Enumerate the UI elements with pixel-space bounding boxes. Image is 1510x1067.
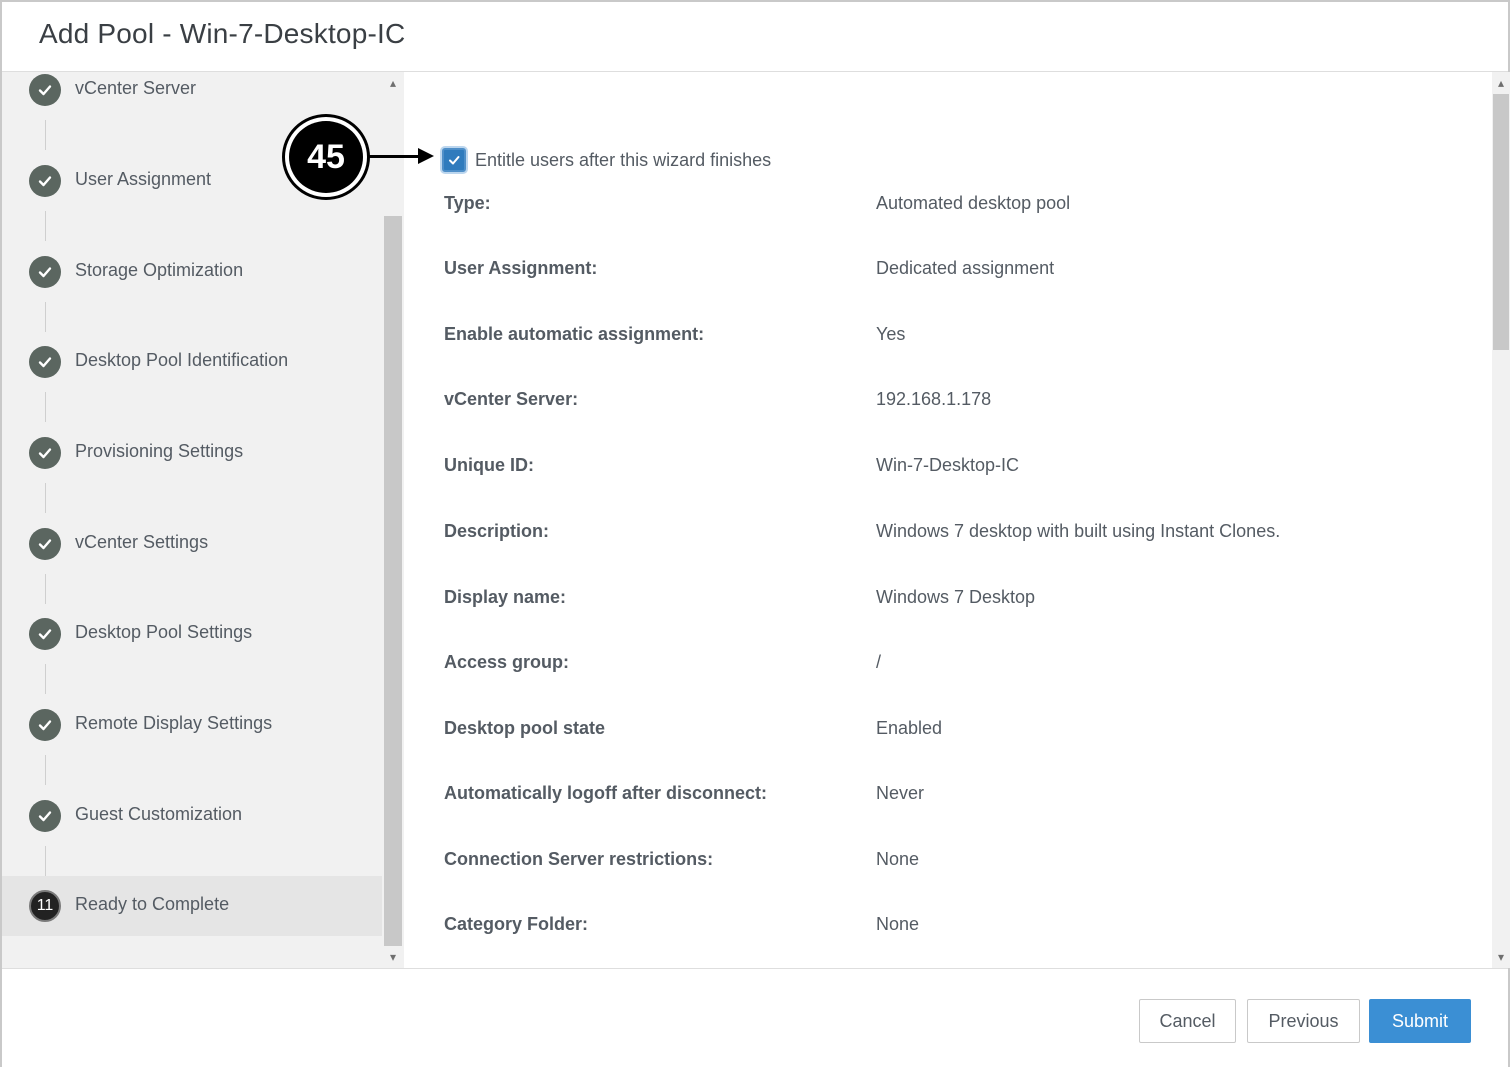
callout-arrow-line [368, 155, 420, 158]
summary-value: None [876, 914, 920, 934]
step-connector [45, 846, 46, 876]
wizard-step-remote-display-settings[interactable]: Remote Display Settings [2, 695, 382, 755]
wizard-step-label: vCenter Settings [75, 532, 209, 552]
summary-row: Access group: / [444, 652, 1444, 682]
step-connector [45, 392, 46, 422]
wizard-step-ready-to-complete[interactable]: 11 Ready to Complete [2, 876, 382, 936]
summary-label: Type: [444, 193, 491, 213]
step-connector [45, 302, 46, 332]
summary-row: vCenter Server: 192.168.1.178 [444, 389, 1444, 419]
callout-number: 45 [289, 121, 363, 193]
step-connector [45, 755, 46, 785]
summary-value: 192.168.1.178 [876, 389, 992, 409]
step-complete-check-icon [29, 165, 61, 197]
summary-label: Connection Server restrictions: [444, 849, 714, 869]
summary-row: Enable automatic assignment: Yes [444, 324, 1444, 354]
dialog-title: Add Pool - Win-7-Desktop-IC [39, 18, 406, 49]
wizard-step-label: Storage Optimization [75, 260, 244, 280]
summary-value: Never [876, 783, 925, 803]
callout-arrow-icon [418, 148, 434, 164]
wizard-step-label: Provisioning Settings [75, 441, 244, 461]
step-connector [45, 120, 46, 150]
summary-label: Unique ID: [444, 455, 534, 475]
summary-row: Display name: Windows 7 Desktop [444, 587, 1444, 617]
step-connector [45, 664, 46, 694]
dialog-header: Add Pool - Win-7-Desktop-IC [2, 2, 1508, 72]
wizard-step-label: User Assignment [75, 169, 212, 189]
summary-panel: Entitle users after this wizard finishes… [404, 72, 1492, 968]
step-complete-check-icon [29, 437, 61, 469]
summary-row: Unique ID: Win-7-Desktop-IC [444, 455, 1444, 485]
step-complete-check-icon [29, 709, 61, 741]
wizard-step-storage-optimization[interactable]: Storage Optimization [2, 242, 382, 302]
step-complete-check-icon [29, 800, 61, 832]
scroll-up-icon[interactable]: ▴ [386, 76, 400, 90]
submit-button[interactable]: Submit [1369, 999, 1471, 1043]
wizard-step-provisioning-settings[interactable]: Provisioning Settings [2, 423, 382, 483]
step-callout-badge: 45 [282, 114, 370, 200]
summary-row: Type: Automated desktop pool [444, 193, 1444, 223]
wizard-step-label: Desktop Pool Settings [75, 622, 253, 642]
step-complete-check-icon [29, 618, 61, 650]
wizard-step-desktop-pool-settings[interactable]: Desktop Pool Settings [2, 604, 382, 664]
summary-row: User Assignment: Dedicated assignment [444, 258, 1444, 288]
wizard-step-vcenter-settings[interactable]: vCenter Settings [2, 514, 382, 574]
summary-label: vCenter Server: [444, 389, 579, 409]
entitle-users-option[interactable]: Entitle users after this wizard finishes [442, 148, 771, 172]
sidebar-scrollbar-thumb[interactable] [384, 216, 402, 946]
wizard-step-label: Desktop Pool Identification [75, 350, 289, 370]
entitle-users-label: Entitle users after this wizard finishes [475, 149, 772, 170]
wizard-steps-sidebar: vCenter Server User Assignment Storage O… [2, 72, 382, 968]
summary-value: Yes [876, 324, 906, 344]
scroll-down-icon[interactable]: ▾ [1494, 950, 1508, 964]
scroll-down-icon[interactable]: ▾ [386, 950, 400, 964]
summary-label: Description: [444, 521, 550, 541]
summary-row: Description: Windows 7 desktop with buil… [444, 521, 1444, 551]
wizard-step-desktop-pool-identification[interactable]: Desktop Pool Identification [2, 332, 382, 392]
summary-row: Automatically logoff after disconnect: N… [444, 783, 1444, 813]
step-complete-check-icon [29, 74, 61, 106]
summary-value: None [876, 849, 920, 869]
step-number-badge: 11 [29, 890, 61, 922]
summary-label: Desktop pool state [444, 718, 606, 738]
wizard-step-label: Guest Customization [75, 804, 243, 824]
summary-label: Access group: [444, 652, 570, 672]
summary-value: / [876, 652, 882, 672]
step-complete-check-icon [29, 256, 61, 288]
checkmark-icon [449, 156, 460, 165]
summary-value: Automated desktop pool [876, 193, 1071, 213]
step-complete-check-icon [29, 346, 61, 378]
cancel-button[interactable]: Cancel [1139, 999, 1236, 1043]
sidebar-scrollbar[interactable]: ▴ ▾ [382, 72, 404, 968]
main-scrollbar-thumb[interactable] [1493, 94, 1509, 350]
summary-value: Dedicated assignment [876, 258, 1055, 278]
step-connector [45, 574, 46, 604]
summary-label: Automatically logoff after disconnect: [444, 783, 768, 803]
wizard-step-label: Remote Display Settings [75, 713, 273, 733]
dialog-footer: Cancel Previous Submit [2, 968, 1508, 1067]
summary-value: Win-7-Desktop-IC [876, 455, 1020, 475]
summary-value: Windows 7 Desktop [876, 587, 1036, 607]
summary-label: User Assignment: [444, 258, 598, 278]
summary-row: Desktop pool state Enabled [444, 718, 1444, 748]
summary-label: Enable automatic assignment: [444, 324, 705, 344]
summary-row: Category Folder: None [444, 914, 1444, 944]
add-pool-dialog: Add Pool - Win-7-Desktop-IC vCenter Serv… [0, 0, 1510, 1067]
entitle-users-checkbox[interactable] [442, 148, 466, 172]
summary-label: Category Folder: [444, 914, 589, 934]
summary-label: Display name: [444, 587, 567, 607]
wizard-step-guest-customization[interactable]: Guest Customization [2, 786, 382, 846]
summary-value: Windows 7 desktop with built using Insta… [876, 521, 1281, 541]
step-complete-check-icon [29, 528, 61, 560]
step-connector [45, 211, 46, 241]
scroll-up-icon[interactable]: ▴ [1494, 76, 1508, 90]
wizard-step-label: vCenter Server [75, 78, 197, 98]
previous-button[interactable]: Previous [1247, 999, 1360, 1043]
wizard-step-label: Ready to Complete [75, 894, 230, 914]
main-scrollbar[interactable]: ▴ ▾ [1492, 72, 1510, 968]
summary-row: Connection Server restrictions: None [444, 849, 1444, 879]
step-connector [45, 483, 46, 513]
summary-value: Enabled [876, 718, 943, 738]
wizard-step-vcenter-server[interactable]: vCenter Server [2, 72, 382, 120]
